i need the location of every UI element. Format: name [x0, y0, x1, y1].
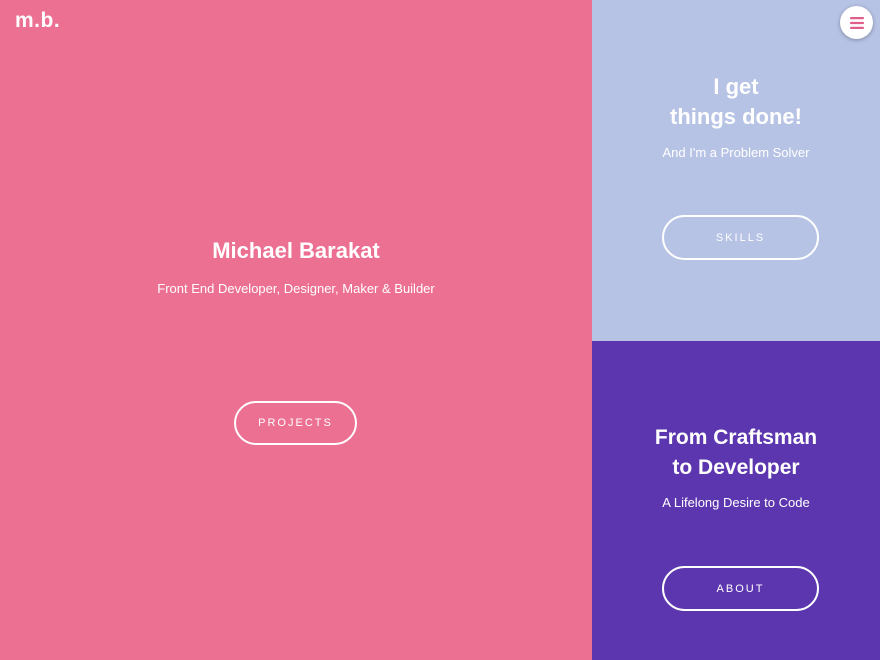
skills-title: I get things done!: [592, 72, 880, 132]
about-subtitle: A Lifelong Desire to Code: [662, 495, 810, 510]
hero-subtitle: Front End Developer, Designer, Maker & B…: [157, 281, 435, 296]
about-panel: From Craftsman to Developer A Lifelong D…: [592, 341, 880, 660]
skills-title-line2: things done!: [670, 104, 802, 129]
about-title-line1: From Craftsman: [654, 426, 818, 449]
hero-panel: Michael Barakat Front End Developer, Des…: [0, 0, 592, 660]
projects-button[interactable]: PROJECTS: [234, 401, 357, 445]
skills-button[interactable]: SKILLS: [662, 215, 819, 260]
skills-subtitle: And I'm a Problem Solver: [662, 145, 810, 160]
about-title-line2: to Developer: [672, 456, 800, 479]
site-logo[interactable]: m.b.: [15, 9, 60, 33]
skills-panel: I get things done! And I'm a Problem Sol…: [592, 0, 880, 341]
menu-button[interactable]: [840, 6, 873, 39]
about-button[interactable]: ABOUT: [662, 566, 819, 611]
skills-title-line1: I get: [713, 74, 759, 99]
hamburger-icon: [849, 16, 864, 29]
about-title: From Craftsman to Developer: [592, 423, 880, 483]
hero-title: Michael Barakat: [212, 238, 380, 263]
